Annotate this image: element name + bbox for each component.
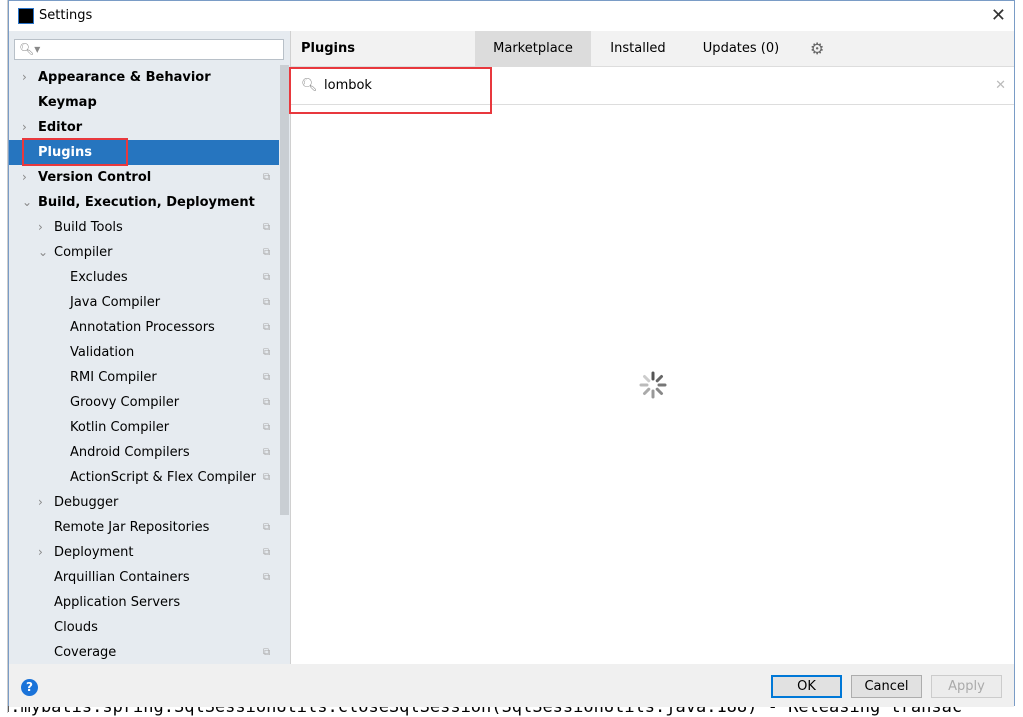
sidebar-item-label: ActionScript & Flex Compiler xyxy=(70,470,257,485)
dialog-footer: ? OK Cancel Apply xyxy=(9,664,1014,707)
apply-button[interactable]: Apply xyxy=(931,675,1002,698)
plugins-highlight-box xyxy=(22,138,128,166)
intellij-logo-icon xyxy=(18,8,34,24)
sidebar-item-label: Compiler xyxy=(54,245,113,260)
sidebar-item-actionscript-flex-compiler[interactable]: ActionScript & Flex Compiler ⧉ xyxy=(9,465,279,490)
loading-spinner-icon xyxy=(639,371,667,399)
sidebar-item-annotation-processors[interactable]: Annotation Processors ⧉ xyxy=(9,315,279,340)
project-scope-icon: ⧉ xyxy=(263,247,271,258)
title-bar: Settings ✕ xyxy=(9,1,1014,31)
sidebar-item-coverage[interactable]: Coverage ⧉ xyxy=(9,640,279,664)
settings-sidebar: 🔍︎▾ › Appearance & Behavior Keymap › Editor P… xyxy=(9,31,290,664)
chevron-right-icon[interactable]: › xyxy=(38,215,43,240)
chevron-right-icon[interactable]: › xyxy=(22,65,27,90)
sidebar-item-label: RMI Compiler xyxy=(70,370,157,385)
project-scope-icon: ⧉ xyxy=(263,572,271,583)
sidebar-item-label: Java Compiler xyxy=(70,295,161,310)
window-title: Settings xyxy=(39,8,93,23)
project-scope-icon: ⧉ xyxy=(263,297,271,308)
sidebar-item-label: Clouds xyxy=(54,620,98,635)
sidebar-item-label: Excludes xyxy=(70,270,128,285)
sidebar-item-label: Build, Execution, Deployment xyxy=(38,195,255,210)
search-highlight-box xyxy=(289,67,492,114)
sidebar-scrollbar[interactable] xyxy=(279,65,290,664)
sidebar-item-excludes[interactable]: Excludes ⧉ xyxy=(9,265,279,290)
project-scope-icon: ⧉ xyxy=(263,447,271,458)
sidebar-item-label: Editor xyxy=(38,120,83,135)
tab-marketplace[interactable]: Marketplace xyxy=(475,31,591,67)
sidebar-item-label: Android Compilers xyxy=(70,445,190,460)
sidebar-item-label: Keymap xyxy=(38,95,97,110)
ok-button[interactable]: OK xyxy=(771,675,842,698)
project-scope-icon: ⧉ xyxy=(263,322,271,333)
sidebar-item-label: Remote Jar Repositories xyxy=(54,520,210,535)
sidebar-item-appearance-behavior[interactable]: › Appearance & Behavior xyxy=(9,65,279,90)
sidebar-item-label: Application Servers xyxy=(54,595,181,610)
project-scope-icon: ⧉ xyxy=(263,547,271,558)
sidebar-item-keymap[interactable]: Keymap xyxy=(9,90,279,115)
sidebar-item-label: Coverage xyxy=(54,645,117,660)
sidebar-item-label: Kotlin Compiler xyxy=(70,420,170,435)
sidebar-item-label: Build Tools xyxy=(54,220,123,235)
sidebar-item-build-tools[interactable]: › Build Tools ⧉ xyxy=(9,215,279,240)
plugins-panel: Plugins Marketplace Installed Updates (0… xyxy=(290,31,1014,664)
clear-search-icon[interactable]: ✕ xyxy=(995,78,1006,93)
chevron-down-icon[interactable]: ⌄ xyxy=(22,190,32,215)
sidebar-item-remote-jar-repositories[interactable]: Remote Jar Repositories ⧉ xyxy=(9,515,279,540)
project-scope-icon: ⧉ xyxy=(263,347,271,358)
sidebar-item-label: Version Control xyxy=(38,170,152,185)
settings-search-input[interactable]: 🔍︎▾ xyxy=(14,39,284,60)
sidebar-item-clouds[interactable]: Clouds xyxy=(9,615,279,640)
sidebar-item-groovy-compiler[interactable]: Groovy Compiler ⧉ xyxy=(9,390,279,415)
tab-updates[interactable]: Updates (0) xyxy=(685,31,797,67)
sidebar-item-compiler[interactable]: ⌄ Compiler ⧉ xyxy=(9,240,279,265)
scrollbar-thumb[interactable] xyxy=(280,65,289,515)
sidebar-item-build-execution-deployment[interactable]: ⌄ Build, Execution, Deployment xyxy=(9,190,279,215)
project-scope-icon: ⧉ xyxy=(263,647,271,658)
project-scope-icon: ⧉ xyxy=(263,222,271,233)
project-scope-icon: ⧉ xyxy=(263,272,271,283)
cancel-button[interactable]: Cancel xyxy=(851,675,922,698)
gear-icon[interactable]: ⚙ xyxy=(810,39,824,58)
project-scope-icon: ⧉ xyxy=(263,372,271,383)
project-scope-icon: ⧉ xyxy=(263,172,271,183)
sidebar-item-rmi-compiler[interactable]: RMI Compiler ⧉ xyxy=(9,365,279,390)
chevron-down-icon[interactable]: ⌄ xyxy=(38,240,48,265)
sidebar-item-android-compilers[interactable]: Android Compilers ⧉ xyxy=(9,440,279,465)
settings-dialog: Settings ✕ 🔍︎▾ › Appearance & Behavior Key… xyxy=(8,0,1015,707)
tab-installed[interactable]: Installed xyxy=(591,31,685,67)
project-scope-icon: ⧉ xyxy=(263,397,271,408)
sidebar-item-label: Annotation Processors xyxy=(70,320,215,335)
project-scope-icon: ⧉ xyxy=(263,522,271,533)
plugins-header: Plugins Marketplace Installed Updates (0… xyxy=(291,31,1014,67)
sidebar-item-editor[interactable]: › Editor xyxy=(9,115,279,140)
project-scope-icon: ⧉ xyxy=(263,472,271,483)
chevron-right-icon[interactable]: › xyxy=(38,490,43,515)
sidebar-item-kotlin-compiler[interactable]: Kotlin Compiler ⧉ xyxy=(9,415,279,440)
sidebar-item-arquillian-containers[interactable]: Arquillian Containers ⧉ xyxy=(9,565,279,590)
sidebar-item-label: Appearance & Behavior xyxy=(38,70,211,85)
chevron-right-icon[interactable]: › xyxy=(38,540,43,565)
help-icon[interactable]: ? xyxy=(21,679,38,696)
project-scope-icon: ⧉ xyxy=(263,422,271,433)
sidebar-item-java-compiler[interactable]: Java Compiler ⧉ xyxy=(9,290,279,315)
background-editor-strip xyxy=(0,0,8,713)
chevron-right-icon[interactable]: › xyxy=(22,165,27,190)
sidebar-item-validation[interactable]: Validation ⧉ xyxy=(9,340,279,365)
search-icon: 🔍︎▾ xyxy=(19,42,41,56)
page-title: Plugins xyxy=(301,41,355,56)
sidebar-item-debugger[interactable]: › Debugger xyxy=(9,490,279,515)
chevron-right-icon[interactable]: › xyxy=(22,115,27,140)
sidebar-item-label: Arquillian Containers xyxy=(54,570,190,585)
close-icon[interactable]: ✕ xyxy=(991,5,1006,26)
sidebar-item-deployment[interactable]: › Deployment ⧉ xyxy=(9,540,279,565)
sidebar-item-version-control[interactable]: › Version Control ⧉ xyxy=(9,165,279,190)
sidebar-item-label: Debugger xyxy=(54,495,119,510)
sidebar-item-label: Groovy Compiler xyxy=(70,395,180,410)
sidebar-item-label: Validation xyxy=(70,345,135,360)
sidebar-item-label: Deployment xyxy=(54,545,134,560)
sidebar-item-application-servers[interactable]: Application Servers xyxy=(9,590,279,615)
